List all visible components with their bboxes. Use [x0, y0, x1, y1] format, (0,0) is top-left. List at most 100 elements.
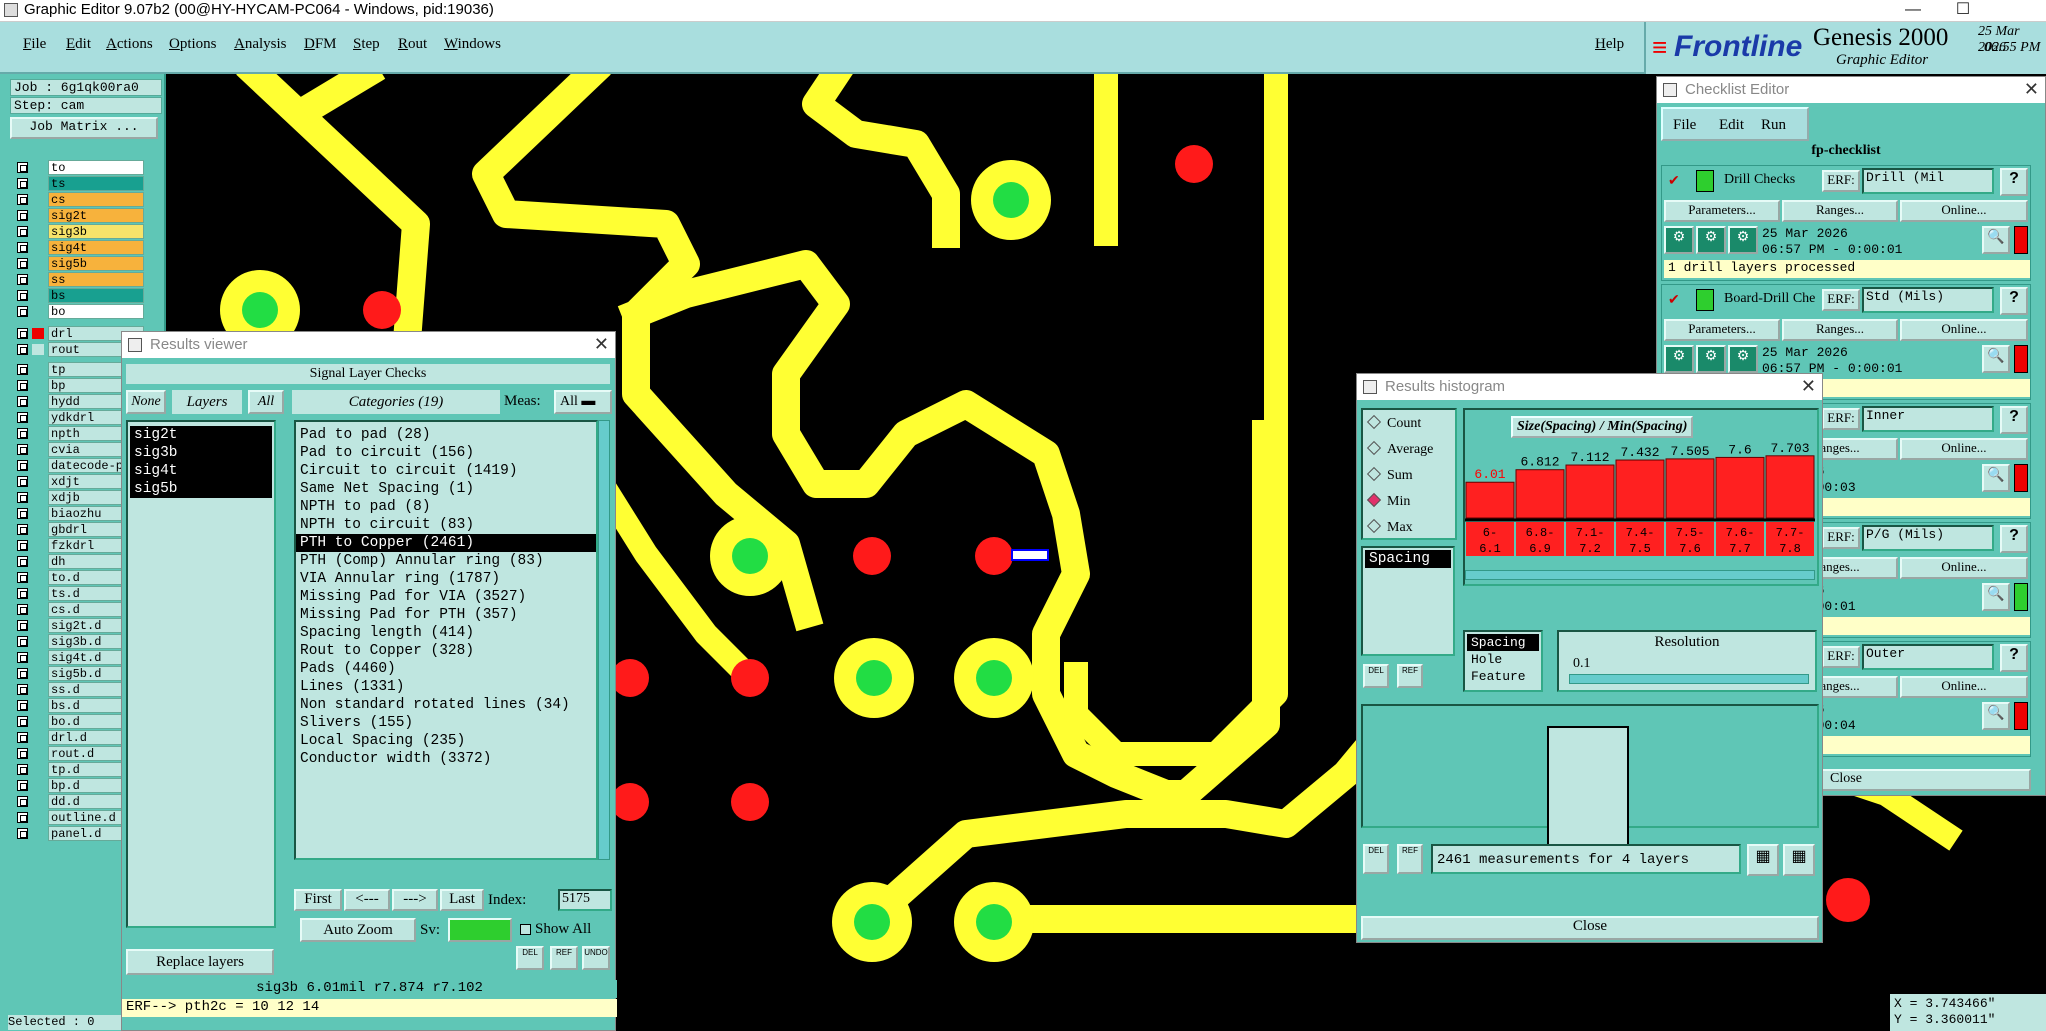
result-layer-item[interactable]: sig2t	[130, 426, 272, 444]
menu-step[interactable]: Step	[353, 36, 380, 53]
layer-row[interactable]: bo.d	[14, 714, 144, 729]
maximize-button[interactable]: ☐	[1940, 0, 1986, 22]
layer-checkbox[interactable]	[17, 476, 28, 487]
erf-select[interactable]: Drill (Mil	[1862, 168, 1994, 194]
layer-checkbox[interactable]	[17, 380, 28, 391]
menu-options[interactable]: Options	[169, 36, 217, 53]
layer-row[interactable]: sig3b.d	[14, 634, 144, 649]
category-item[interactable]: VIA Annular ring (1787)	[296, 570, 596, 588]
category-item[interactable]: NPTH to circuit (83)	[296, 516, 596, 534]
index-input[interactable]: 5175	[558, 889, 612, 911]
hist-ref-button[interactable]: REF	[1397, 664, 1423, 688]
online-button[interactable]: Online...	[1900, 200, 2028, 222]
category-item[interactable]: Spacing length (414)	[296, 624, 596, 642]
layer-checkbox[interactable]	[17, 588, 28, 599]
layer-row[interactable]: bs.d	[14, 698, 144, 713]
online-button[interactable]: Online...	[1900, 676, 2028, 698]
layer-row[interactable]: sig5b	[14, 256, 144, 271]
category-item[interactable]: Missing Pad for VIA (3527)	[296, 588, 596, 606]
checklist-menu-file[interactable]: File	[1673, 117, 1696, 134]
layer-row[interactable]: fzkdrl	[14, 538, 144, 553]
hist-del-button[interactable]: DEL	[1363, 664, 1389, 688]
type-list[interactable]: Spacing Hole Feature	[1463, 630, 1543, 692]
layer-checkbox[interactable]	[17, 604, 28, 615]
layer-results-list[interactable]: sig2t sig3b sig4t sig5b	[126, 420, 276, 928]
layer-checkbox[interactable]	[17, 828, 28, 839]
layer-checkbox[interactable]	[17, 540, 28, 551]
erf-select[interactable]: Std (Mils)	[1862, 287, 1994, 313]
layer-checkbox[interactable]	[17, 364, 28, 375]
hist-ref-button-2[interactable]: REF	[1397, 844, 1423, 874]
layer-checkbox[interactable]	[17, 556, 28, 567]
help-button[interactable]: ?	[2000, 525, 2028, 553]
online-button[interactable]: Online...	[1900, 438, 2028, 460]
histogram-list[interactable]: Spacing	[1361, 546, 1455, 656]
del-button[interactable]: DEL	[516, 946, 544, 970]
category-item[interactable]: Non standard rotated lines (34)	[296, 696, 596, 714]
auto-zoom-select[interactable]: Auto Zoom	[300, 918, 416, 942]
result-layer-item[interactable]: sig5b	[130, 480, 272, 498]
online-button[interactable]: Online...	[1900, 319, 2028, 341]
type-item[interactable]: Feature	[1467, 668, 1539, 685]
layer-checkbox[interactable]	[17, 700, 28, 711]
minimize-button[interactable]: —	[1890, 0, 1936, 22]
layer-row[interactable]: panel.d	[14, 826, 144, 841]
zoom-icon[interactable]: 🔍	[1982, 345, 2010, 373]
menu-actions[interactable]: Actions	[106, 36, 153, 53]
layer-checkbox[interactable]	[17, 460, 28, 471]
first-button[interactable]: First	[294, 889, 342, 911]
job-matrix-button[interactable]: Job Matrix ...	[10, 117, 158, 139]
layer-row[interactable]: sig2t	[14, 208, 144, 223]
ref-button[interactable]: REF	[550, 946, 578, 970]
layer-checkbox[interactable]	[17, 258, 28, 269]
layer-checkbox[interactable]	[17, 162, 28, 173]
layer-checkbox[interactable]	[17, 194, 28, 205]
layer-row[interactable]: gbdrl	[14, 522, 144, 537]
layer-row[interactable]: sig2t.d	[14, 618, 144, 633]
layer-checkbox[interactable]	[17, 492, 28, 503]
zoom-icon[interactable]: 🔍	[1982, 583, 2010, 611]
layer-row[interactable]: dh	[14, 554, 144, 569]
checklist-menu-edit[interactable]: Edit	[1719, 117, 1744, 134]
show-all-checkbox[interactable]	[520, 924, 531, 935]
menu-dfm[interactable]: DFM	[304, 36, 337, 53]
layer-checkbox[interactable]	[17, 716, 28, 727]
erf-select[interactable]: Outer	[1862, 644, 1994, 670]
erf-select[interactable]: P/G (Mils)	[1862, 525, 1994, 551]
layer-row[interactable]: to	[14, 160, 144, 175]
layer-row[interactable]: biaozhu	[14, 506, 144, 521]
layer-checkbox[interactable]	[17, 328, 28, 339]
layer-checkbox[interactable]	[17, 412, 28, 423]
layer-row[interactable]: ydkdrl	[14, 410, 144, 425]
menu-edit[interactable]: Edit	[66, 36, 91, 53]
layer-row[interactable]: drl	[14, 326, 144, 341]
layer-checkbox[interactable]	[17, 290, 28, 301]
close-icon[interactable]: ✕	[2024, 77, 2039, 101]
layer-checkbox[interactable]	[17, 620, 28, 631]
category-item[interactable]: PTH to Copper (2461)	[296, 534, 596, 552]
layer-row[interactable]: bs	[14, 288, 144, 303]
layer-checkbox[interactable]	[17, 306, 28, 317]
layer-row[interactable]: tp	[14, 362, 144, 377]
layer-row[interactable]: dd.d	[14, 794, 144, 809]
mode-option[interactable]: Max	[1366, 518, 1413, 536]
layer-checkbox[interactable]	[17, 636, 28, 647]
result-layer-item[interactable]: sig4t	[130, 462, 272, 480]
layer-row[interactable]: to.d	[14, 570, 144, 585]
menu-help[interactable]: Help	[1595, 36, 1624, 53]
run-action-icon[interactable]: ⚙	[1728, 226, 1758, 254]
menu-file[interactable]: File	[23, 36, 46, 53]
layer-checkbox[interactable]	[17, 764, 28, 775]
layer-row[interactable]: datecode-p	[14, 458, 144, 473]
histogram-bar[interactable]	[1615, 459, 1665, 519]
meas-select[interactable]: All ▬	[554, 390, 612, 414]
all-button[interactable]: All	[248, 390, 284, 414]
layer-row[interactable]: ss	[14, 272, 144, 287]
histogram-bar[interactable]	[1715, 456, 1765, 519]
histogram-list-item[interactable]: Spacing	[1365, 550, 1451, 568]
checklist-menu-run[interactable]: Run	[1761, 117, 1786, 134]
run-action-icon[interactable]: ⚙	[1696, 226, 1726, 254]
layer-row[interactable]: npth	[14, 426, 144, 441]
layer-row[interactable]: xdjt	[14, 474, 144, 489]
last-button[interactable]: Last	[440, 889, 484, 911]
